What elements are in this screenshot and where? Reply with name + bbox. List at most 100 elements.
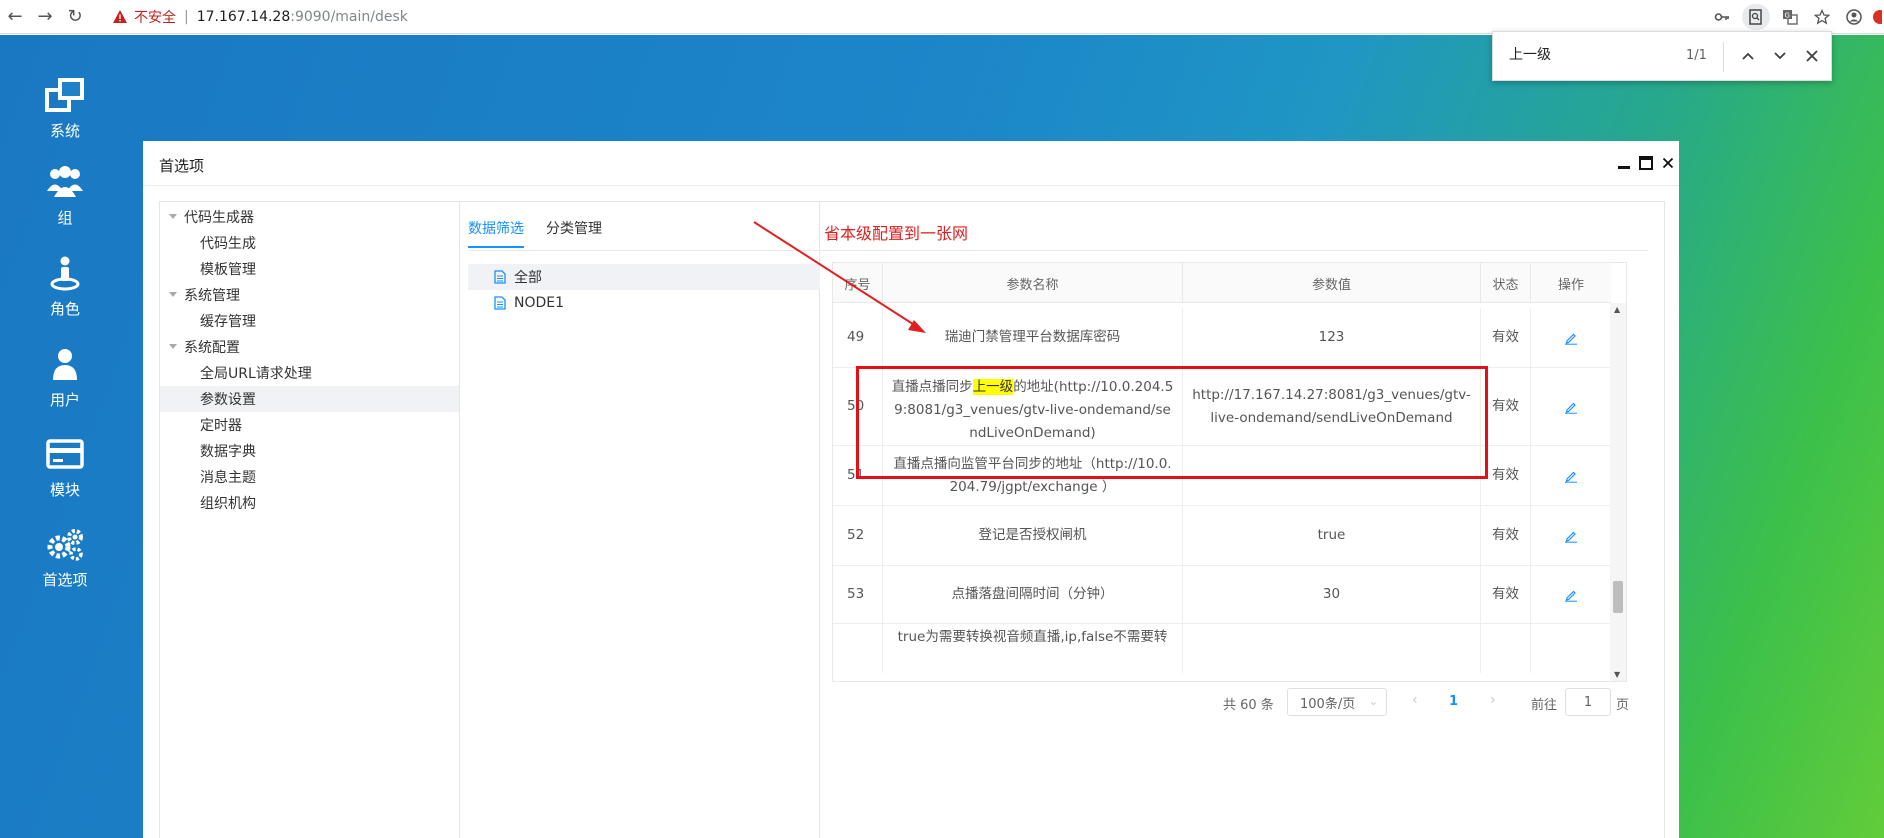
tree-item-url-handler[interactable]: 全局URL请求处理 [160,360,459,386]
page-find-icon[interactable] [1742,4,1770,30]
tree-item-label: 系统管理 [184,288,240,304]
col-header-status: 状态 [1481,263,1531,303]
goto-label: 前往 [1531,698,1558,713]
desktop-item-label: 首选项 [42,571,88,589]
tree-item-label: 全局URL请求处理 [200,366,312,382]
tree-item-codegen[interactable]: 代码生成器 [160,204,459,230]
cell-no: 49 [833,308,883,367]
tree-item-label: 数据字典 [200,444,256,460]
edit-icon [1565,333,1577,345]
warning-icon [113,9,127,23]
tree-item-label: 缓存管理 [200,314,256,330]
bookmark-star-icon[interactable] [1806,0,1838,34]
edit-button[interactable] [1531,368,1611,445]
scroll-down-icon[interactable]: ▼ [1614,670,1622,679]
tab-category[interactable]: 分类管理 [546,218,602,248]
tree-item-system-admin[interactable]: 系统管理 [160,282,459,308]
tree-item-params[interactable]: 参数设置 [160,386,459,412]
table-scrollbar[interactable]: ▲ ▼ [1610,303,1626,681]
minimize-button[interactable] [1613,153,1635,173]
desktop-item-module[interactable]: 模块 [22,437,108,500]
window-header-divider [143,185,1679,186]
desktop-item-user[interactable]: 用户 [22,347,108,410]
translate-icon[interactable]: G [1774,0,1806,34]
tab-data-filter[interactable]: 数据筛选 [468,218,524,248]
forward-button[interactable]: → [30,2,60,32]
desktop-item-preferences[interactable]: 首选项 [22,527,108,590]
edit-button[interactable] [1531,308,1611,367]
current-page[interactable]: 1 [1449,694,1458,709]
find-bar: 1/1 [1492,31,1832,81]
tree-item-label: 模板管理 [200,262,256,278]
filter-item-node1[interactable]: NODE1 [468,290,820,316]
edit-button[interactable] [1531,506,1611,565]
scroll-up-icon[interactable]: ▲ [1614,305,1622,314]
edit-icon [1565,531,1577,543]
reload-button[interactable]: ↻ [60,2,90,32]
prev-page-button[interactable]: ‹ [1412,692,1418,708]
table-row[interactable]: 51 直播点播向监管平台同步的地址（http://10.0.204.79/jgp… [833,446,1611,506]
tree-item-dictionary[interactable]: 数据字典 [160,438,459,464]
next-page-button[interactable]: › [1490,692,1496,708]
cell-no: 52 [833,506,883,565]
page-size-value: 100条/页 [1300,696,1356,712]
edit-icon [1565,590,1577,602]
table-row[interactable]: true为需要转换视音频直播,ip,false不需要转 [833,624,1611,673]
scrollbar-thumb[interactable] [1613,581,1623,613]
page-size-select[interactable]: 100条/页 ⌄ [1287,688,1387,716]
menu-update-icon[interactable] [1870,0,1884,34]
reload-icon: ↻ [67,6,83,27]
cell-name: 瑞迪门禁管理平台数据库密码 [883,308,1183,367]
close-icon [1662,157,1674,169]
edit-button[interactable] [1531,566,1611,623]
tree-item-timer[interactable]: 定时器 [160,412,459,438]
tree-item-message-topic[interactable]: 消息主题 [160,464,459,490]
goto-page-input[interactable] [1565,688,1611,716]
cell-status: 有效 [1481,566,1531,623]
back-button[interactable]: ← [0,2,30,32]
desktop-item-system[interactable]: 系统 [22,78,108,141]
edit-button[interactable] [1531,446,1611,505]
table-row[interactable]: 50 直播点播同步上一级的地址(http://10.0.204.59:8081/… [833,368,1611,446]
desktop-item-group[interactable]: 组 [22,165,108,228]
card-icon [46,439,84,469]
find-close-button[interactable] [1800,44,1824,68]
desktop-item-label: 角色 [49,300,80,318]
filter-item-all[interactable]: 全部 [468,264,820,290]
close-window-button[interactable] [1657,153,1679,173]
maximize-button[interactable] [1635,153,1657,173]
cell-status: 有效 [1481,446,1531,505]
tree-item-system-config[interactable]: 系统配置 [160,334,459,360]
user-icon [53,349,77,380]
col-header-action: 操作 [1557,277,1584,293]
table-row[interactable]: 52 登记是否授权闸机 true 有效 [833,506,1611,566]
table-row[interactable]: 53 点播落盘间隔时间（分钟） 30 有效 [833,566,1611,624]
filter-item-label: 全部 [514,270,542,286]
desktop-item-label: 模块 [49,481,80,499]
table-header: 序号 参数名称 参数值 状态 操作 [833,263,1611,303]
find-prev-button[interactable] [1736,44,1760,68]
find-divider [1723,42,1724,72]
edit-icon [1565,471,1577,483]
tree-item-template[interactable]: 模板管理 [160,256,459,282]
cell-name: true为需要转换视音频直播,ip,false不需要转 [883,624,1183,673]
file-icon [494,270,506,284]
tab-divider [468,250,1648,251]
window-title: 首选项 [159,157,205,175]
key-icon[interactable] [1706,0,1738,34]
address-bar[interactable]: 不安全 | 17.167.14.28:9090/main/desk [112,7,408,27]
tree-item-cache[interactable]: 缓存管理 [160,308,459,334]
cell-value: true [1183,506,1481,565]
find-next-button[interactable] [1768,44,1792,68]
profile-icon[interactable] [1838,0,1870,34]
table-row[interactable]: 49 瑞迪门禁管理平台数据库密码 123 有效 [833,308,1611,368]
find-input[interactable] [1509,46,1659,62]
minimize-icon [1618,166,1630,169]
tab-bar: 数据筛选 分类管理 [468,218,624,248]
browser-actions: G [1706,0,1884,34]
desktop-item-role[interactable]: 角色 [22,256,108,319]
tree-item-codegen-run[interactable]: 代码生成 [160,230,459,256]
back-arrow-icon: ← [7,6,23,27]
tree-item-org[interactable]: 组织机构 [160,490,459,516]
url-path: :9090/main/desk [290,8,408,25]
